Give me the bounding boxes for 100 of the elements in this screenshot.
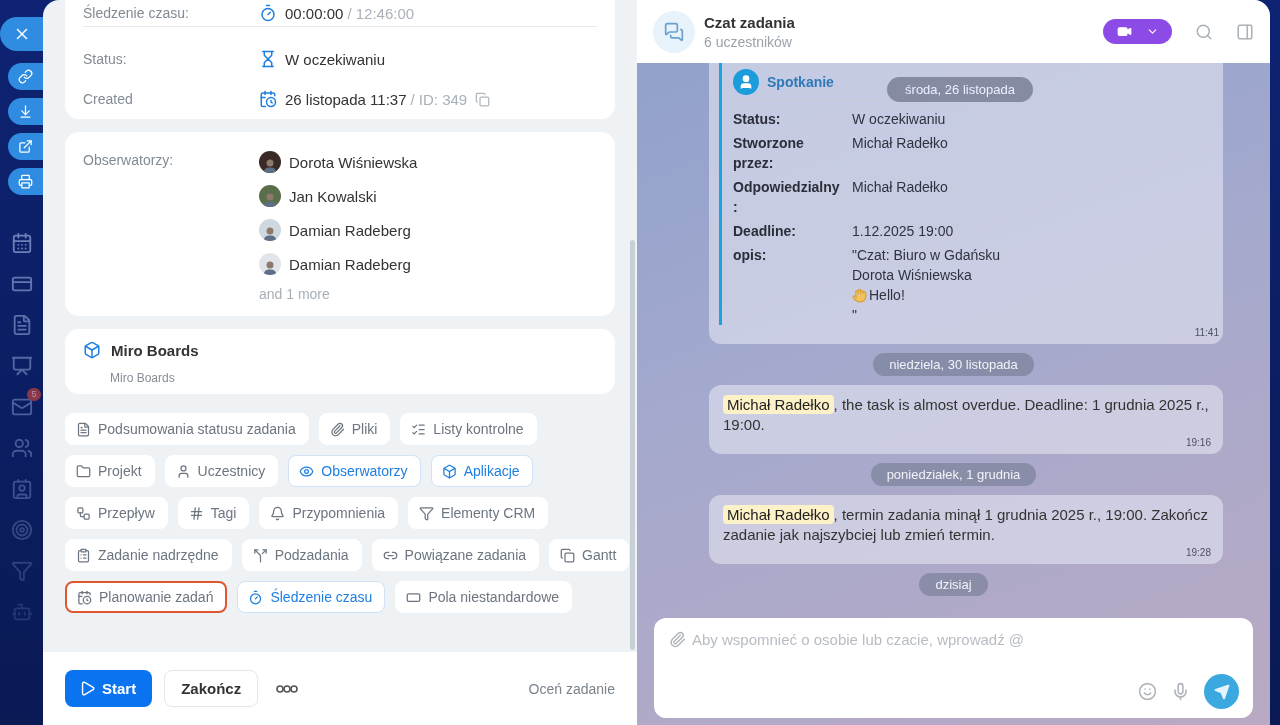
avatar <box>259 151 281 173</box>
field-value: 26 listopada 11:37 <box>285 90 407 108</box>
chat-icon <box>653 10 695 53</box>
document-icon <box>76 421 91 437</box>
presentation-icon[interactable] <box>10 355 33 377</box>
message-time: 19:28 <box>1185 547 1211 558</box>
avatar <box>259 185 281 207</box>
send-button[interactable] <box>1204 674 1239 709</box>
clipboard-icon <box>76 547 91 563</box>
field-value: 00:00:00 <box>285 4 344 22</box>
app-subtitle: Miro Boards <box>110 371 175 385</box>
row-label: opis: <box>733 246 768 265</box>
task-id: / ID: 349 <box>410 90 468 108</box>
rate-link[interactable]: Oceń zadanie <box>528 680 615 697</box>
paperclip-icon[interactable] <box>669 631 686 648</box>
chat-subtitle: 6 uczestników <box>704 33 793 50</box>
link-button[interactable] <box>8 63 43 90</box>
download-button[interactable] <box>8 98 43 125</box>
section-chip[interactable]: Podsumowania statusu zadania <box>65 413 309 445</box>
link-icon <box>18 69 33 84</box>
copy-icon[interactable] <box>475 91 491 107</box>
close-button[interactable] <box>0 17 43 51</box>
robot-icon[interactable] <box>10 601 33 623</box>
section-chip[interactable]: Przypomnienia <box>259 497 399 529</box>
date-divider: poniedziałek, 1 grudnia <box>870 463 1037 486</box>
section-chip[interactable]: Planowanie zadań <box>65 581 228 613</box>
microphone-icon[interactable] <box>1171 682 1190 701</box>
target-icon[interactable] <box>10 519 33 541</box>
field-label: Created <box>83 91 134 107</box>
scrollbar[interactable] <box>630 240 635 650</box>
section-chip[interactable]: Śledzenie czasu <box>237 581 386 613</box>
checklist-icon <box>411 421 427 437</box>
row-value: 1.12.2025 19:00 <box>852 222 954 241</box>
printer-icon <box>18 174 33 189</box>
video-call-button[interactable] <box>1103 19 1172 44</box>
section-chip[interactable]: Podzadania <box>241 539 362 571</box>
section-chip[interactable]: Pliki <box>318 413 391 445</box>
filter-icon[interactable] <box>10 560 33 582</box>
observer-name[interactable]: Jan Kowalski <box>289 187 377 205</box>
row-value: " <box>852 306 857 325</box>
row-label: Status: <box>733 110 782 129</box>
calendar-icon[interactable] <box>10 232 33 254</box>
emoji-icon[interactable] <box>1138 682 1157 701</box>
cube-icon <box>83 341 101 359</box>
date-divider: dzisiaj <box>919 573 988 596</box>
timer-icon <box>248 589 264 605</box>
section-chip[interactable]: Zadanie nadrzędne <box>65 539 232 571</box>
cube-icon <box>441 463 457 479</box>
section-chip[interactable]: Przepływ <box>65 497 168 529</box>
observer-name[interactable]: Damian Radeberg <box>289 255 411 273</box>
mention-link[interactable]: Michał Radełko <box>723 505 834 524</box>
search-icon[interactable] <box>1195 22 1213 41</box>
row-value: Dorota Wiśniewska <box>852 266 972 285</box>
section-chip[interactable]: Obserwatorzy <box>288 455 421 487</box>
panel-icon[interactable] <box>1236 22 1254 41</box>
field-value: W oczekiwaniu <box>285 50 386 68</box>
row-value: "Czat: Biuro w Gdańsku <box>852 246 1001 265</box>
people-icon[interactable] <box>10 437 33 459</box>
contact-icon[interactable] <box>10 478 33 500</box>
hash-icon <box>188 505 204 521</box>
send-icon <box>1213 683 1230 700</box>
row-label: Odpowiedzialny : <box>733 178 839 217</box>
section-chip[interactable]: Elementy CRM <box>408 497 549 529</box>
row-value: Michał Radełko <box>852 134 948 153</box>
finish-button[interactable]: Zakończ <box>164 670 259 707</box>
section-chip[interactable]: Listy kontrolne <box>400 413 537 445</box>
section-chip[interactable]: Projekt <box>65 455 155 487</box>
time-total: / 12:46:00 <box>347 4 415 22</box>
section-chip[interactable]: Pola niestandardowe <box>395 581 573 613</box>
observer-name[interactable]: Damian Radeberg <box>289 221 411 239</box>
split-icon <box>252 547 268 563</box>
video-camera-icon <box>1116 24 1132 39</box>
bell-icon <box>270 505 286 521</box>
message-time: 11:41 <box>1194 327 1219 338</box>
mention-link[interactable]: Michał Radełko <box>723 395 834 414</box>
timer-icon <box>259 4 277 22</box>
external-link-icon <box>18 139 33 154</box>
section-chip[interactable]: Uczestnicy <box>164 455 279 487</box>
mail-icon[interactable] <box>10 396 33 418</box>
more-icon[interactable] <box>276 684 299 693</box>
section-chip[interactable]: Powiązane zadania <box>371 539 540 571</box>
card-title: Spotkanie <box>767 74 834 90</box>
play-icon <box>79 680 96 697</box>
section-chip[interactable]: Aplikacje <box>430 455 533 487</box>
row-label: Deadline: <box>733 222 797 241</box>
section-chip[interactable]: Tagi <box>177 497 250 529</box>
user-icon <box>175 463 191 479</box>
row-label: Stworzone przez: <box>733 134 805 173</box>
avatar <box>259 219 281 241</box>
paperclip-icon <box>329 421 345 437</box>
app-title[interactable]: Miro Boards <box>111 341 199 359</box>
observer-name[interactable]: Dorota Wiśniewska <box>289 153 418 171</box>
flow-icon <box>76 505 91 521</box>
start-button[interactable]: Start <box>65 670 153 707</box>
avatar <box>259 253 281 275</box>
chat-title: Czat zadania <box>704 13 795 31</box>
external-link-button[interactable] <box>8 133 43 160</box>
print-button[interactable] <box>8 168 43 195</box>
section-chip[interactable]: Gantt <box>549 539 630 571</box>
eye-icon <box>299 463 315 479</box>
